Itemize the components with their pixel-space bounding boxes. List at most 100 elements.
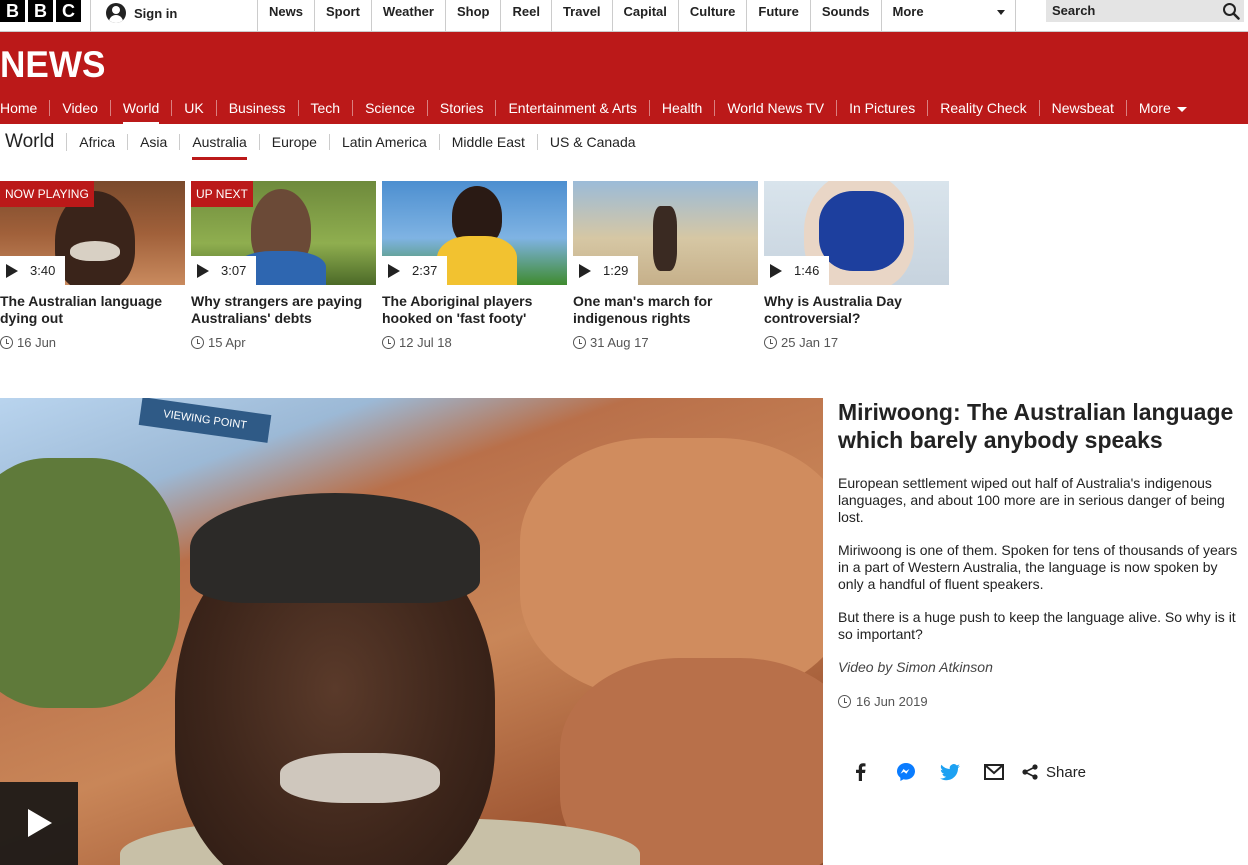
news-nav-more-label: More — [1138, 100, 1171, 116]
news-logo[interactable]: NEWS — [0, 44, 105, 86]
top-nav-sounds[interactable]: Sounds — [811, 0, 882, 32]
person-hair — [190, 493, 480, 603]
news-nav-more[interactable]: More — [1127, 100, 1199, 116]
section-title[interactable]: World — [0, 132, 68, 151]
news-nav-reality-check[interactable]: Reality Check — [928, 100, 1040, 116]
section-nav-us-canada[interactable]: US & Canada — [538, 134, 648, 150]
duration-badge: 1:29 — [573, 256, 639, 285]
video-card[interactable]: NOW PLAYING 3:40 The Australian language… — [0, 181, 185, 350]
story-date-text: 16 Jun 2019 — [856, 694, 928, 709]
facebook-icon[interactable] — [850, 762, 870, 782]
search-icon[interactable] — [1222, 2, 1240, 20]
top-nav-future[interactable]: Future — [747, 0, 811, 32]
bbc-logo[interactable]: B B C — [0, 0, 81, 22]
video-date-text: 25 Jan 17 — [781, 335, 839, 350]
video-date: 31 Aug 17 — [573, 335, 758, 350]
news-nav-world[interactable]: World — [111, 100, 173, 125]
sign-in-label: Sign in — [134, 5, 178, 21]
caret-down-icon — [996, 10, 1005, 15]
duration-badge: 2:37 — [382, 256, 448, 285]
email-icon[interactable] — [984, 762, 1004, 782]
news-nav: Home Video World UK Business Tech Scienc… — [0, 92, 1199, 125]
video-thumbnail[interactable]: NOW PLAYING 3:40 — [0, 181, 185, 285]
video-playlist: NOW PLAYING 3:40 The Australian language… — [0, 181, 949, 350]
section-nav-europe[interactable]: Europe — [260, 134, 330, 150]
video-title[interactable]: The Australian language dying out — [0, 293, 185, 327]
share-label[interactable]: Share — [1046, 764, 1086, 781]
person-beard — [280, 753, 440, 803]
share-tools: Share — [838, 762, 1086, 782]
thumbnail-flag-paint — [819, 191, 904, 271]
video-date-text: 15 Apr — [208, 335, 246, 350]
video-title[interactable]: Why strangers are paying Australians' de… — [191, 293, 376, 327]
search-input[interactable]: Search — [1046, 0, 1244, 22]
story-byline: Video by Simon Atkinson — [838, 659, 993, 675]
top-nav-capital[interactable]: Capital — [613, 0, 679, 32]
search-placeholder: Search — [1052, 3, 1096, 18]
divider — [90, 0, 91, 32]
news-nav-newsbeat[interactable]: Newsbeat — [1040, 100, 1127, 116]
news-nav-world-news-tv[interactable]: World News TV — [715, 100, 838, 116]
bbc-top-nav: News Sport Weather Shop Reel Travel Capi… — [258, 0, 1016, 32]
news-nav-stories[interactable]: Stories — [428, 100, 497, 116]
clock-icon — [764, 336, 777, 349]
account-icon — [106, 3, 126, 23]
video-thumbnail[interactable]: 2:37 — [382, 181, 567, 285]
section-nav-africa[interactable]: Africa — [67, 134, 129, 150]
clock-icon — [191, 336, 204, 349]
duration-text: 3:40 — [30, 263, 56, 278]
top-nav-shop[interactable]: Shop — [446, 0, 502, 32]
news-nav-health[interactable]: Health — [650, 100, 716, 116]
messenger-icon[interactable] — [896, 762, 916, 782]
video-date: 15 Apr — [191, 335, 376, 350]
video-title[interactable]: The Aboriginal players hooked on 'fast f… — [382, 293, 567, 327]
clock-icon — [573, 336, 586, 349]
news-nav-entertainment-arts[interactable]: Entertainment & Arts — [496, 100, 650, 116]
video-thumbnail[interactable]: 1:46 — [764, 181, 949, 285]
video-title[interactable]: One man's march for indigenous rights — [573, 293, 758, 327]
video-date: 25 Jan 17 — [764, 335, 949, 350]
top-nav-reel[interactable]: Reel — [501, 0, 552, 32]
thumbnail-shirt — [437, 236, 517, 285]
top-nav-news[interactable]: News — [258, 0, 315, 32]
video-card[interactable]: 1:29 One man's march for indigenous righ… — [573, 181, 758, 350]
video-date-text: 16 Jun — [17, 335, 57, 350]
section-nav-middle-east[interactable]: Middle East — [440, 134, 538, 150]
video-card[interactable]: 2:37 The Aboriginal players hooked on 'f… — [382, 181, 567, 350]
video-thumbnail[interactable]: UP NEXT 3:07 — [191, 181, 376, 285]
news-nav-home[interactable]: Home — [0, 100, 51, 116]
play-button[interactable] — [0, 782, 78, 865]
play-icon — [6, 263, 18, 278]
news-header: NEWS Home Video World UK Business Tech S… — [0, 32, 1248, 125]
story-date: 16 Jun 2019 — [838, 694, 1240, 709]
story-paragraph: But there is a huge push to keep the lan… — [838, 609, 1236, 642]
video-date: 12 Jul 18 — [382, 335, 567, 350]
top-nav-culture[interactable]: Culture — [679, 0, 748, 32]
video-title[interactable]: Why is Australia Day controversial? — [764, 293, 949, 327]
news-nav-tech[interactable]: Tech — [299, 100, 354, 116]
news-nav-science[interactable]: Science — [353, 100, 428, 116]
video-thumbnail[interactable]: 1:29 — [573, 181, 758, 285]
news-nav-business[interactable]: Business — [217, 100, 299, 116]
top-nav-sport[interactable]: Sport — [315, 0, 372, 32]
section-nav-latin-america[interactable]: Latin America — [330, 134, 440, 150]
section-nav-australia[interactable]: Australia — [180, 134, 260, 160]
now-playing-badge: NOW PLAYING — [0, 181, 94, 207]
play-icon — [388, 263, 400, 278]
hero-video-player[interactable]: VIEWING POINT — [0, 398, 823, 865]
video-card[interactable]: 1:46 Why is Australia Day controversial?… — [764, 181, 949, 350]
news-nav-in-pictures[interactable]: In Pictures — [837, 100, 929, 116]
share-icon[interactable] — [1020, 762, 1040, 782]
top-nav-more-label: More — [892, 4, 924, 19]
bbc-logo-letter-b1: B — [0, 0, 25, 22]
news-nav-uk[interactable]: UK — [172, 100, 217, 116]
top-nav-weather[interactable]: Weather — [372, 0, 446, 32]
sign-in-link[interactable]: Sign in — [106, 0, 177, 26]
section-nav-asia[interactable]: Asia — [128, 134, 181, 150]
twitter-icon[interactable] — [940, 762, 960, 782]
top-nav-travel[interactable]: Travel — [552, 0, 613, 32]
play-icon — [770, 263, 782, 278]
video-card[interactable]: UP NEXT 3:07 Why strangers are paying Au… — [191, 181, 376, 350]
top-nav-more[interactable]: More — [882, 0, 1016, 32]
news-nav-video[interactable]: Video — [50, 100, 111, 116]
